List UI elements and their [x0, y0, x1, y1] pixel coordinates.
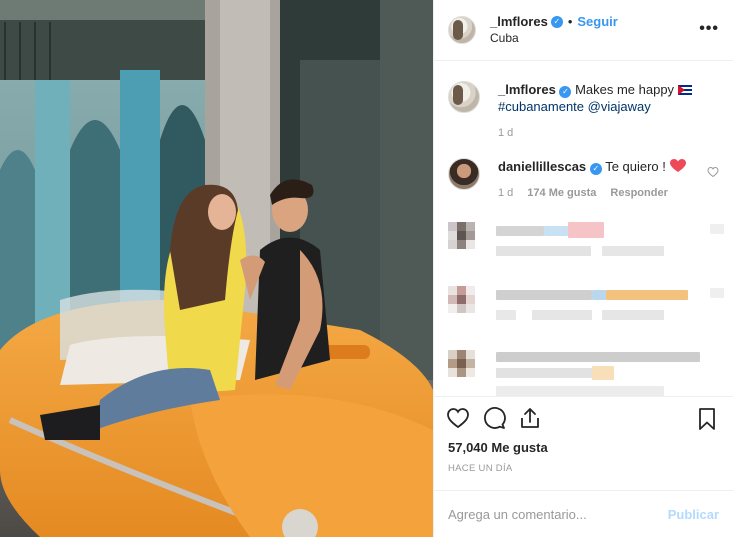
- comments-list: _lmflores ✓ Makes me happy #cubanamente …: [434, 61, 733, 397]
- comment-input[interactable]: [448, 506, 648, 522]
- caption-mention[interactable]: @viajaway: [588, 99, 651, 114]
- comment-username[interactable]: daniellillescas: [498, 159, 586, 174]
- post-header: _lmflores ✓ • Seguir Cuba •••: [434, 0, 733, 62]
- pixelated-avatar: [448, 286, 482, 320]
- pixelated-text: [496, 368, 592, 379]
- caption-hashtag[interactable]: #cubanamente: [498, 99, 584, 114]
- pixelated-text: [544, 226, 568, 237]
- pixelated-text: [496, 310, 516, 321]
- likes-count[interactable]: 57,040 Me gusta: [434, 439, 733, 457]
- pixelated-text: [592, 366, 614, 381]
- verified-badge-icon: ✓: [550, 16, 563, 29]
- pixelated-text: [710, 288, 724, 299]
- author-info: _lmflores ✓ • Seguir Cuba: [490, 14, 618, 46]
- add-comment-bar: Publicar: [434, 490, 733, 537]
- instagram-post: _lmflores ✓ • Seguir Cuba ••• _lmflores …: [0, 0, 733, 537]
- cuba-flag-icon: [677, 85, 692, 96]
- post-location[interactable]: Cuba: [490, 30, 618, 46]
- like-heart-icon[interactable]: [446, 406, 470, 430]
- comment-body: daniellillescas ✓ Te quiero ! 1 d 174 Me…: [498, 158, 714, 202]
- author-avatar[interactable]: [448, 16, 476, 45]
- post-timestamp[interactable]: HACE UN DÍA: [434, 457, 733, 490]
- pixelated-text: [602, 246, 664, 257]
- pixelated-text: [568, 222, 604, 239]
- comment-time[interactable]: 1 d: [498, 185, 513, 202]
- pixelated-text: [496, 226, 544, 237]
- post-details-panel: _lmflores ✓ • Seguir Cuba ••• _lmflores …: [433, 0, 733, 537]
- caption-meta: 1 d: [498, 125, 714, 142]
- comment-bubble-icon[interactable]: [482, 406, 506, 430]
- pixelated-text: [496, 352, 700, 363]
- caption-avatar[interactable]: [448, 81, 480, 114]
- pixelated-comment: [448, 348, 719, 397]
- couple-on-orange-car-image: [0, 0, 433, 537]
- pixelated-text: [592, 290, 606, 301]
- pixelated-text: [606, 290, 688, 301]
- pixelated-comment: [448, 284, 724, 340]
- comment-text: Te quiero !: [605, 159, 666, 175]
- follow-button[interactable]: Seguir: [577, 14, 617, 30]
- comment-likes[interactable]: 174 Me gusta: [527, 185, 596, 202]
- post-photo[interactable]: [0, 0, 433, 537]
- caption: _lmflores ✓ Makes me happy #cubanamente …: [448, 81, 719, 142]
- like-comment-heart-icon[interactable]: [707, 166, 719, 178]
- author-row: _lmflores ✓ • Seguir: [490, 14, 618, 30]
- separator-dot: •: [567, 14, 573, 30]
- pixelated-text: [496, 386, 664, 397]
- verified-badge-icon: ✓: [589, 163, 602, 176]
- caption-username[interactable]: _lmflores: [498, 82, 556, 97]
- save-bookmark-icon[interactable]: [695, 407, 719, 431]
- reply-button[interactable]: Responder: [610, 185, 667, 202]
- red-heart-emoji: [669, 159, 686, 173]
- verified-badge-icon: ✓: [559, 86, 572, 99]
- comment-item: daniellillescas ✓ Te quiero ! 1 d 174 Me…: [448, 158, 719, 202]
- share-upload-icon[interactable]: [518, 406, 542, 430]
- pixelated-text: [710, 224, 724, 235]
- publish-button[interactable]: Publicar: [668, 507, 719, 522]
- pixelated-comment: [448, 220, 724, 276]
- pixelated-text: [496, 290, 592, 301]
- caption-text: Makes me happy: [575, 82, 675, 98]
- comment-meta: 1 d 174 Me gusta Responder: [498, 185, 714, 202]
- commenter-avatar[interactable]: [448, 158, 480, 191]
- caption-body: _lmflores ✓ Makes me happy #cubanamente …: [498, 81, 714, 142]
- author-username[interactable]: _lmflores: [490, 14, 548, 30]
- pixelated-avatar: [448, 222, 482, 256]
- post-actions: [434, 396, 733, 439]
- pixelated-avatar: [448, 350, 482, 384]
- more-options-icon[interactable]: •••: [699, 21, 719, 37]
- pixelated-text: [532, 310, 592, 321]
- caption-time[interactable]: 1 d: [498, 125, 513, 142]
- pixelated-text: [496, 246, 591, 257]
- pixelated-text: [602, 310, 664, 321]
